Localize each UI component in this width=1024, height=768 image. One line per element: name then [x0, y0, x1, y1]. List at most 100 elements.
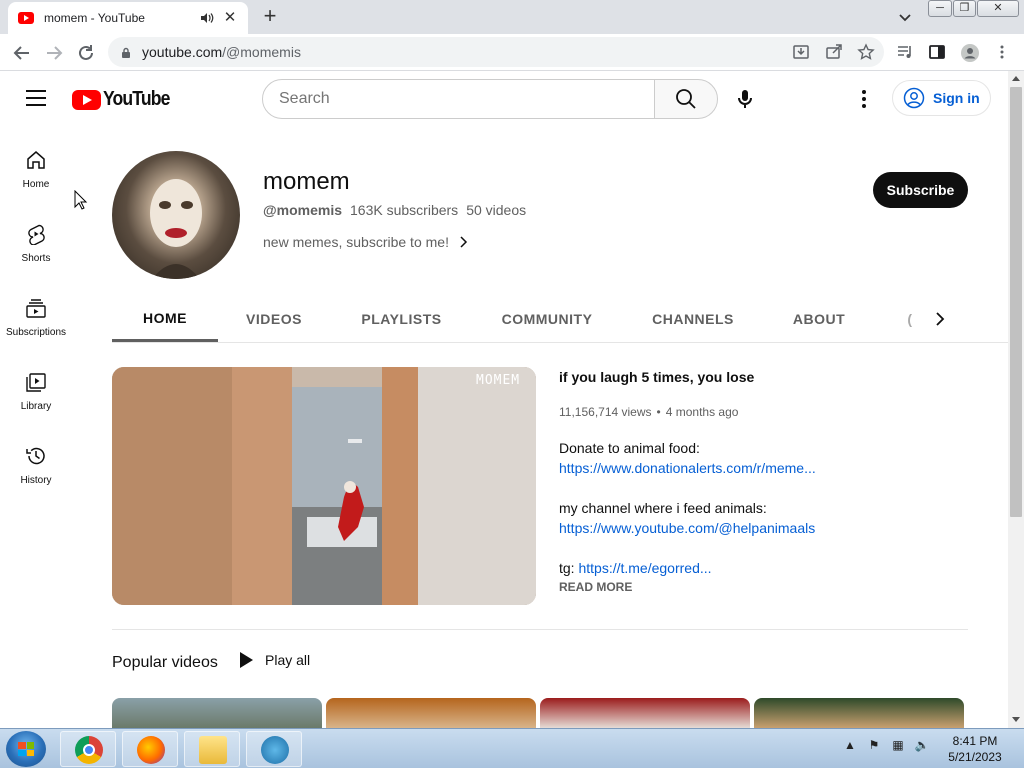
search-icon [676, 89, 696, 109]
guide-item-home[interactable]: Home [0, 127, 72, 201]
play-icon [240, 652, 253, 668]
tab-about[interactable]: ABOUT [777, 296, 861, 342]
back-arrow-icon[interactable] [11, 42, 33, 64]
channel-description[interactable]: new memes, subscribe to me! [263, 234, 471, 250]
reload-icon[interactable] [75, 42, 97, 64]
search-button[interactable] [654, 79, 718, 119]
popular-videos-heading: Popular videos [112, 654, 218, 671]
volume-muted-icon[interactable]: 🔈 [914, 737, 930, 753]
voice-search-mic-icon[interactable] [733, 87, 757, 111]
guide-item-label: History [20, 475, 52, 486]
tab-search-partial[interactable]: ( [902, 296, 918, 342]
channel-description-text: new memes, subscribe to me! [263, 234, 449, 250]
audio-playing-icon[interactable] [200, 11, 214, 25]
tab-community[interactable]: COMMUNITY [487, 296, 607, 342]
lock-icon[interactable] [120, 46, 132, 58]
subscriptions-icon [26, 299, 46, 318]
browser-tab-title: momem - YouTube [44, 11, 145, 25]
search-input[interactable] [279, 90, 654, 108]
library-icon [26, 373, 46, 392]
channel-handle: @momemis [263, 202, 343, 218]
account-circle-icon [903, 87, 925, 109]
tab-playlists[interactable]: PLAYLISTS [344, 296, 459, 342]
play-all-label: Play all [265, 652, 311, 668]
featured-video-description: Donate to animal food: https://www.donat… [559, 438, 979, 578]
install-app-icon[interactable] [792, 43, 810, 61]
bookmark-star-icon[interactable] [857, 43, 875, 61]
popular-video-thumbnail[interactable] [754, 698, 964, 728]
scroll-down-arrow-icon[interactable] [1012, 717, 1020, 722]
share-icon[interactable] [825, 43, 843, 61]
page-scrollbar[interactable] [1008, 71, 1024, 728]
search-box[interactable] [262, 79, 655, 119]
play-all-button[interactable]: Play all [240, 652, 310, 668]
new-tab-button[interactable]: + [258, 5, 282, 29]
tab-channels[interactable]: CHANNELS [635, 296, 751, 342]
sign-in-label: Sign in [933, 90, 980, 106]
minimize-window-button[interactable]: ─ [928, 0, 952, 17]
scrollbar-thumb[interactable] [1010, 87, 1022, 517]
clock-time: 8:41 PM [952, 734, 998, 748]
tab-videos[interactable]: VIDEOS [224, 296, 324, 342]
featured-video-player[interactable]: MOMEM [112, 367, 536, 605]
profile-icon[interactable] [960, 43, 979, 62]
side-panel-icon[interactable] [928, 43, 946, 61]
youtube-logo[interactable]: YouTube [72, 88, 179, 111]
popular-video-thumbnail[interactable] [326, 698, 536, 728]
helpanimaals-channel-link[interactable]: https://www.youtube.com/@helpanimaals [559, 520, 815, 536]
chrome-menu-kebab-icon[interactable] [993, 43, 1011, 61]
view-count: 11,156,714 views [559, 405, 652, 419]
telegram-link[interactable]: https://t.me/egorred... [578, 560, 711, 576]
youtube-masthead: YouTube [0, 71, 1008, 127]
section-divider [112, 629, 968, 630]
scroll-up-arrow-icon[interactable] [1012, 76, 1020, 81]
read-more-button[interactable]: READ MORE [559, 580, 632, 594]
media-controls-icon[interactable] [896, 43, 914, 61]
guide-item-shorts[interactable]: Shorts [0, 201, 72, 275]
taskbar-firefox[interactable] [122, 731, 178, 767]
guide-item-label: Subscriptions [5, 327, 67, 338]
popular-video-thumbnail[interactable] [112, 698, 322, 728]
taskbar-app[interactable] [246, 731, 302, 767]
windows-logo-icon [18, 742, 34, 756]
url-path: /@momemis [222, 44, 301, 60]
donation-link[interactable]: https://www.donationalerts.com/r/meme... [559, 460, 816, 476]
action-center-flag-icon[interactable]: ⚑ [866, 737, 882, 753]
sign-in-button[interactable]: Sign in [892, 80, 991, 116]
taskbar-file-explorer[interactable] [184, 731, 240, 767]
taskbar-chrome[interactable] [60, 731, 116, 767]
address-bar[interactable]: youtube.com/@momemis [108, 37, 884, 67]
subscribe-button[interactable]: Subscribe [873, 172, 968, 208]
browser-tab[interactable]: momem - YouTube ✕ [8, 2, 248, 34]
taskbar-clock[interactable]: 8:41 PM 5/21/2023 [940, 733, 1010, 765]
popular-video-thumbnail[interactable] [540, 698, 750, 728]
settings-kebab-icon[interactable] [852, 87, 876, 111]
restore-window-button[interactable]: ❐ [953, 0, 976, 17]
start-button[interactable] [6, 731, 46, 767]
close-tab-icon[interactable]: ✕ [222, 10, 238, 26]
youtube-play-logo-icon [72, 89, 101, 110]
guide-item-label: Library [20, 401, 52, 412]
browser-tab-strip: momem - YouTube ✕ + ─ ❐ ✕ [0, 0, 1024, 34]
guide-item-library[interactable]: Library [0, 349, 72, 423]
firefox-icon [137, 736, 165, 764]
url-host: youtube.com [142, 44, 223, 60]
tabs-scroll-right-chevron-icon[interactable] [928, 308, 952, 330]
chevron-right-icon [460, 236, 468, 248]
guide-menu-icon[interactable] [26, 90, 46, 106]
channel-avatar[interactable] [112, 151, 240, 279]
mouse-pointer-icon [74, 190, 88, 210]
featured-video-title[interactable]: if you laugh 5 times, you lose [559, 369, 754, 385]
dolphin-icon [261, 736, 289, 764]
network-icon[interactable]: ▦ [890, 737, 906, 753]
youtube-favicon-icon [18, 12, 34, 24]
close-window-button[interactable]: ✕ [977, 0, 1019, 17]
guide-item-history[interactable]: History [0, 423, 72, 497]
tab-search-chevron-icon[interactable] [896, 8, 914, 26]
chrome-icon-center [83, 744, 95, 756]
forward-arrow-icon[interactable] [43, 42, 65, 64]
tab-home[interactable]: HOME [112, 296, 218, 342]
guide-item-subscriptions[interactable]: Subscriptions [0, 275, 72, 349]
show-hidden-icons-icon[interactable]: ▲ [842, 737, 858, 753]
desc-line: my channel where i feed animals: [559, 500, 767, 516]
